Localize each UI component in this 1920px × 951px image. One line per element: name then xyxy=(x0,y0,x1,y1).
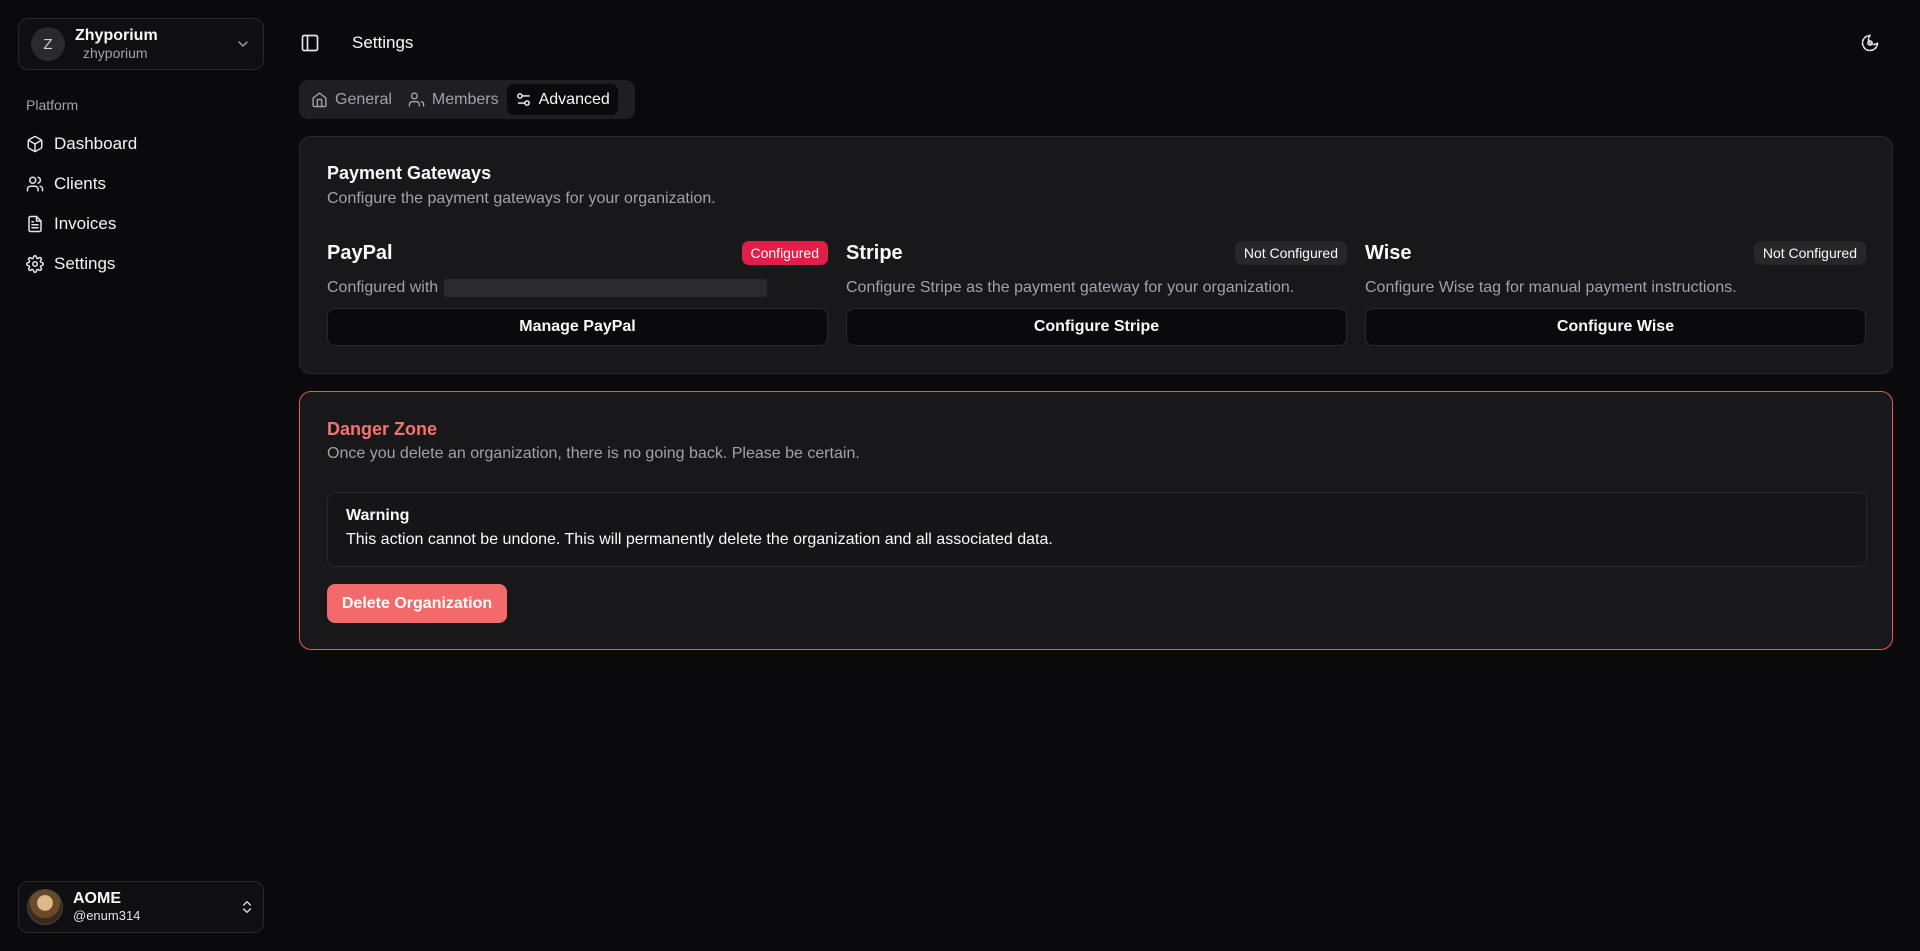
theme-toggle-icon[interactable] xyxy=(1860,33,1880,53)
tab-advanced[interactable]: Advanced xyxy=(506,84,618,115)
gateway-paypal: PayPal Configured Configured with Manage… xyxy=(327,240,828,346)
org-avatar: Z xyxy=(31,27,65,61)
danger-zone-card: Danger Zone Once you delete an organizat… xyxy=(299,391,1893,650)
sidebar-toggle-icon[interactable] xyxy=(300,33,320,53)
card-description: Configure the payment gateways for your … xyxy=(327,190,716,207)
configure-wise-button[interactable]: Configure Wise xyxy=(1365,308,1866,346)
sidebar-item-label: Settings xyxy=(54,254,116,273)
gateway-name: Wise xyxy=(1365,241,1412,264)
gateway-wise: Wise Not Configured Configure Wise tag f… xyxy=(1365,240,1866,346)
gear-icon xyxy=(26,255,44,273)
page-title: Settings xyxy=(352,33,414,52)
sidebar-item-settings[interactable]: Settings xyxy=(18,244,264,284)
tab-general[interactable]: General xyxy=(303,84,400,115)
warning-text: This action cannot be undone. This will … xyxy=(346,531,1053,548)
user-handle: @enum314 xyxy=(73,907,141,923)
org-name: Zhyporium xyxy=(75,26,158,44)
sidebar-item-invoices[interactable]: Invoices xyxy=(18,204,264,244)
sidebar-item-dashboard[interactable]: Dashboard xyxy=(18,124,264,164)
org-slug: zhyporium xyxy=(83,45,148,62)
user-info: AOME @enum314 xyxy=(73,890,239,923)
tab-members[interactable]: Members xyxy=(400,84,507,115)
payment-gateways-card: Payment Gateways Configure the payment g… xyxy=(299,136,1893,374)
settings-tabs: General Members Advanced xyxy=(299,80,635,119)
tab-label: Members xyxy=(431,90,499,108)
manage-paypal-button[interactable]: Manage PayPal xyxy=(327,308,828,346)
org-switcher[interactable]: Z Zhyporium zhyporium xyxy=(18,18,264,70)
sidebar: Z Zhyporium zhyporium Platform Dashboard… xyxy=(0,0,282,951)
users-icon xyxy=(26,175,44,193)
gateway-description: Configured with xyxy=(327,278,828,298)
configure-stripe-button[interactable]: Configure Stripe xyxy=(846,308,1347,346)
card-title: Payment Gateways xyxy=(327,163,492,183)
sidebar-item-label: Invoices xyxy=(54,214,117,233)
delete-organization-button[interactable]: Delete Organization xyxy=(327,584,507,623)
status-badge: Not Configured xyxy=(1753,241,1866,265)
gateway-name: PayPal xyxy=(327,241,393,264)
user-icon xyxy=(408,91,425,108)
sliders-icon xyxy=(515,91,532,108)
warning-title: Warning xyxy=(346,507,410,524)
user-switcher[interactable]: AOME @enum314 xyxy=(18,881,264,933)
user-name: AOME xyxy=(73,890,121,908)
status-badge: Not Configured xyxy=(1234,241,1347,265)
home-icon xyxy=(311,91,328,108)
sidebar-item-clients[interactable]: Clients xyxy=(18,164,264,204)
status-badge: Configured xyxy=(741,241,828,265)
avatar xyxy=(27,889,63,925)
gateway-stripe: Stripe Not Configured Configure Stripe a… xyxy=(846,240,1347,346)
gateway-name: Stripe xyxy=(846,241,903,264)
tab-label: General xyxy=(335,90,392,108)
file-text-icon xyxy=(26,215,44,233)
gateway-description-text: Configured with xyxy=(327,279,439,296)
sidebar-item-label: Clients xyxy=(54,174,106,193)
tab-label: Advanced xyxy=(538,90,610,108)
sidebar-nav: Dashboard Clients Invoices Settings xyxy=(18,124,264,284)
chevron-down-icon xyxy=(235,36,251,52)
gateway-description: Configure Wise tag for manual payment in… xyxy=(1365,279,1737,296)
gateway-description: Configure Stripe as the payment gateway … xyxy=(846,279,1295,296)
org-info: Zhyporium zhyporium xyxy=(75,27,235,61)
chevrons-up-down-icon xyxy=(239,899,255,915)
sidebar-item-label: Dashboard xyxy=(54,134,138,153)
nav-group-label: Platform xyxy=(26,97,79,113)
redacted-account xyxy=(444,279,768,297)
warning-alert: Warning This action cannot be undone. Th… xyxy=(327,492,1867,567)
danger-zone-description: Once you delete an organization, there i… xyxy=(327,445,860,462)
box-icon xyxy=(26,135,44,153)
danger-zone-title: Danger Zone xyxy=(327,419,438,439)
